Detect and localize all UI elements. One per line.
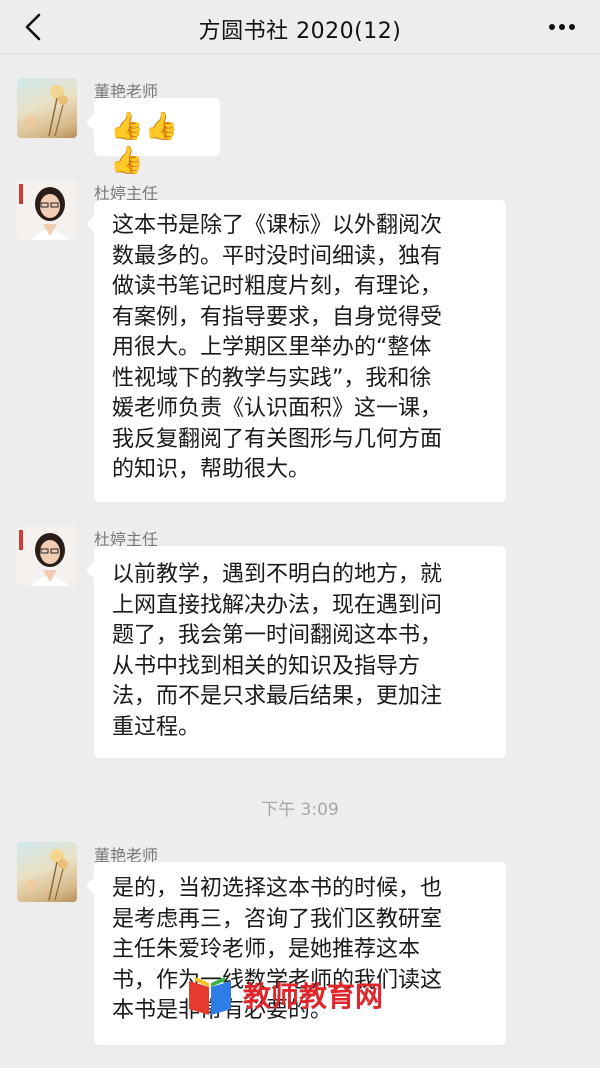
more-dots-icon	[559, 24, 565, 30]
avatar[interactable]	[17, 842, 77, 902]
avatar[interactable]	[17, 180, 77, 240]
avatar[interactable]	[17, 526, 77, 586]
more-dots-icon	[569, 24, 575, 30]
chat-title: 方圆书社 2020(12)	[198, 19, 402, 44]
message-bubble[interactable]: 以前教学，遇到不明白的地方，就 上网直接找解决办法，现在遇到问 题了，我会第一时…	[86, 546, 506, 758]
timestamp: 下午 3:09	[261, 800, 339, 820]
more-dots-icon	[549, 24, 555, 30]
message-item: 杜婷主任 这本书是除了《课标》以外翻阅次 数最多的。平时没时间细读，独有 做读书…	[0, 180, 600, 505]
thumbs-up-icon: 👍👍👍	[110, 111, 180, 176]
watermark: 教师教育网	[185, 970, 425, 1020]
chat-header: 方圆书社 2020(12)	[0, 0, 600, 54]
more-button[interactable]	[546, 12, 578, 42]
flower-avatar-image	[25, 85, 68, 137]
message-item: 杜婷主任 以前教学，遇到不明白的地方，就 上网直接找解决办法，现在遇到问 题了，…	[0, 526, 600, 761]
message-bubble[interactable]: 👍👍👍	[86, 98, 220, 176]
person-avatar-image	[17, 526, 77, 586]
message-bubble[interactable]: 这本书是除了《课标》以外翻阅次 数最多的。平时没时间细读，独有 做读书笔记时粗度…	[86, 200, 506, 502]
person-avatar-image	[17, 180, 77, 240]
message-item: 董艳老师 👍👍👍	[0, 78, 600, 176]
avatar[interactable]	[17, 78, 77, 138]
book-logo-icon	[189, 977, 231, 1015]
message-text: 以前教学，遇到不明白的地方，就 上网直接找解决办法，现在遇到问 题了，我会第一时…	[112, 562, 443, 740]
flower-avatar-image	[25, 849, 68, 901]
message-text: 这本书是除了《课标》以外翻阅次 数最多的。平时没时间细读，独有 做读书笔记时粗度…	[112, 213, 443, 482]
watermark-text: 教师教育网	[243, 980, 384, 1013]
